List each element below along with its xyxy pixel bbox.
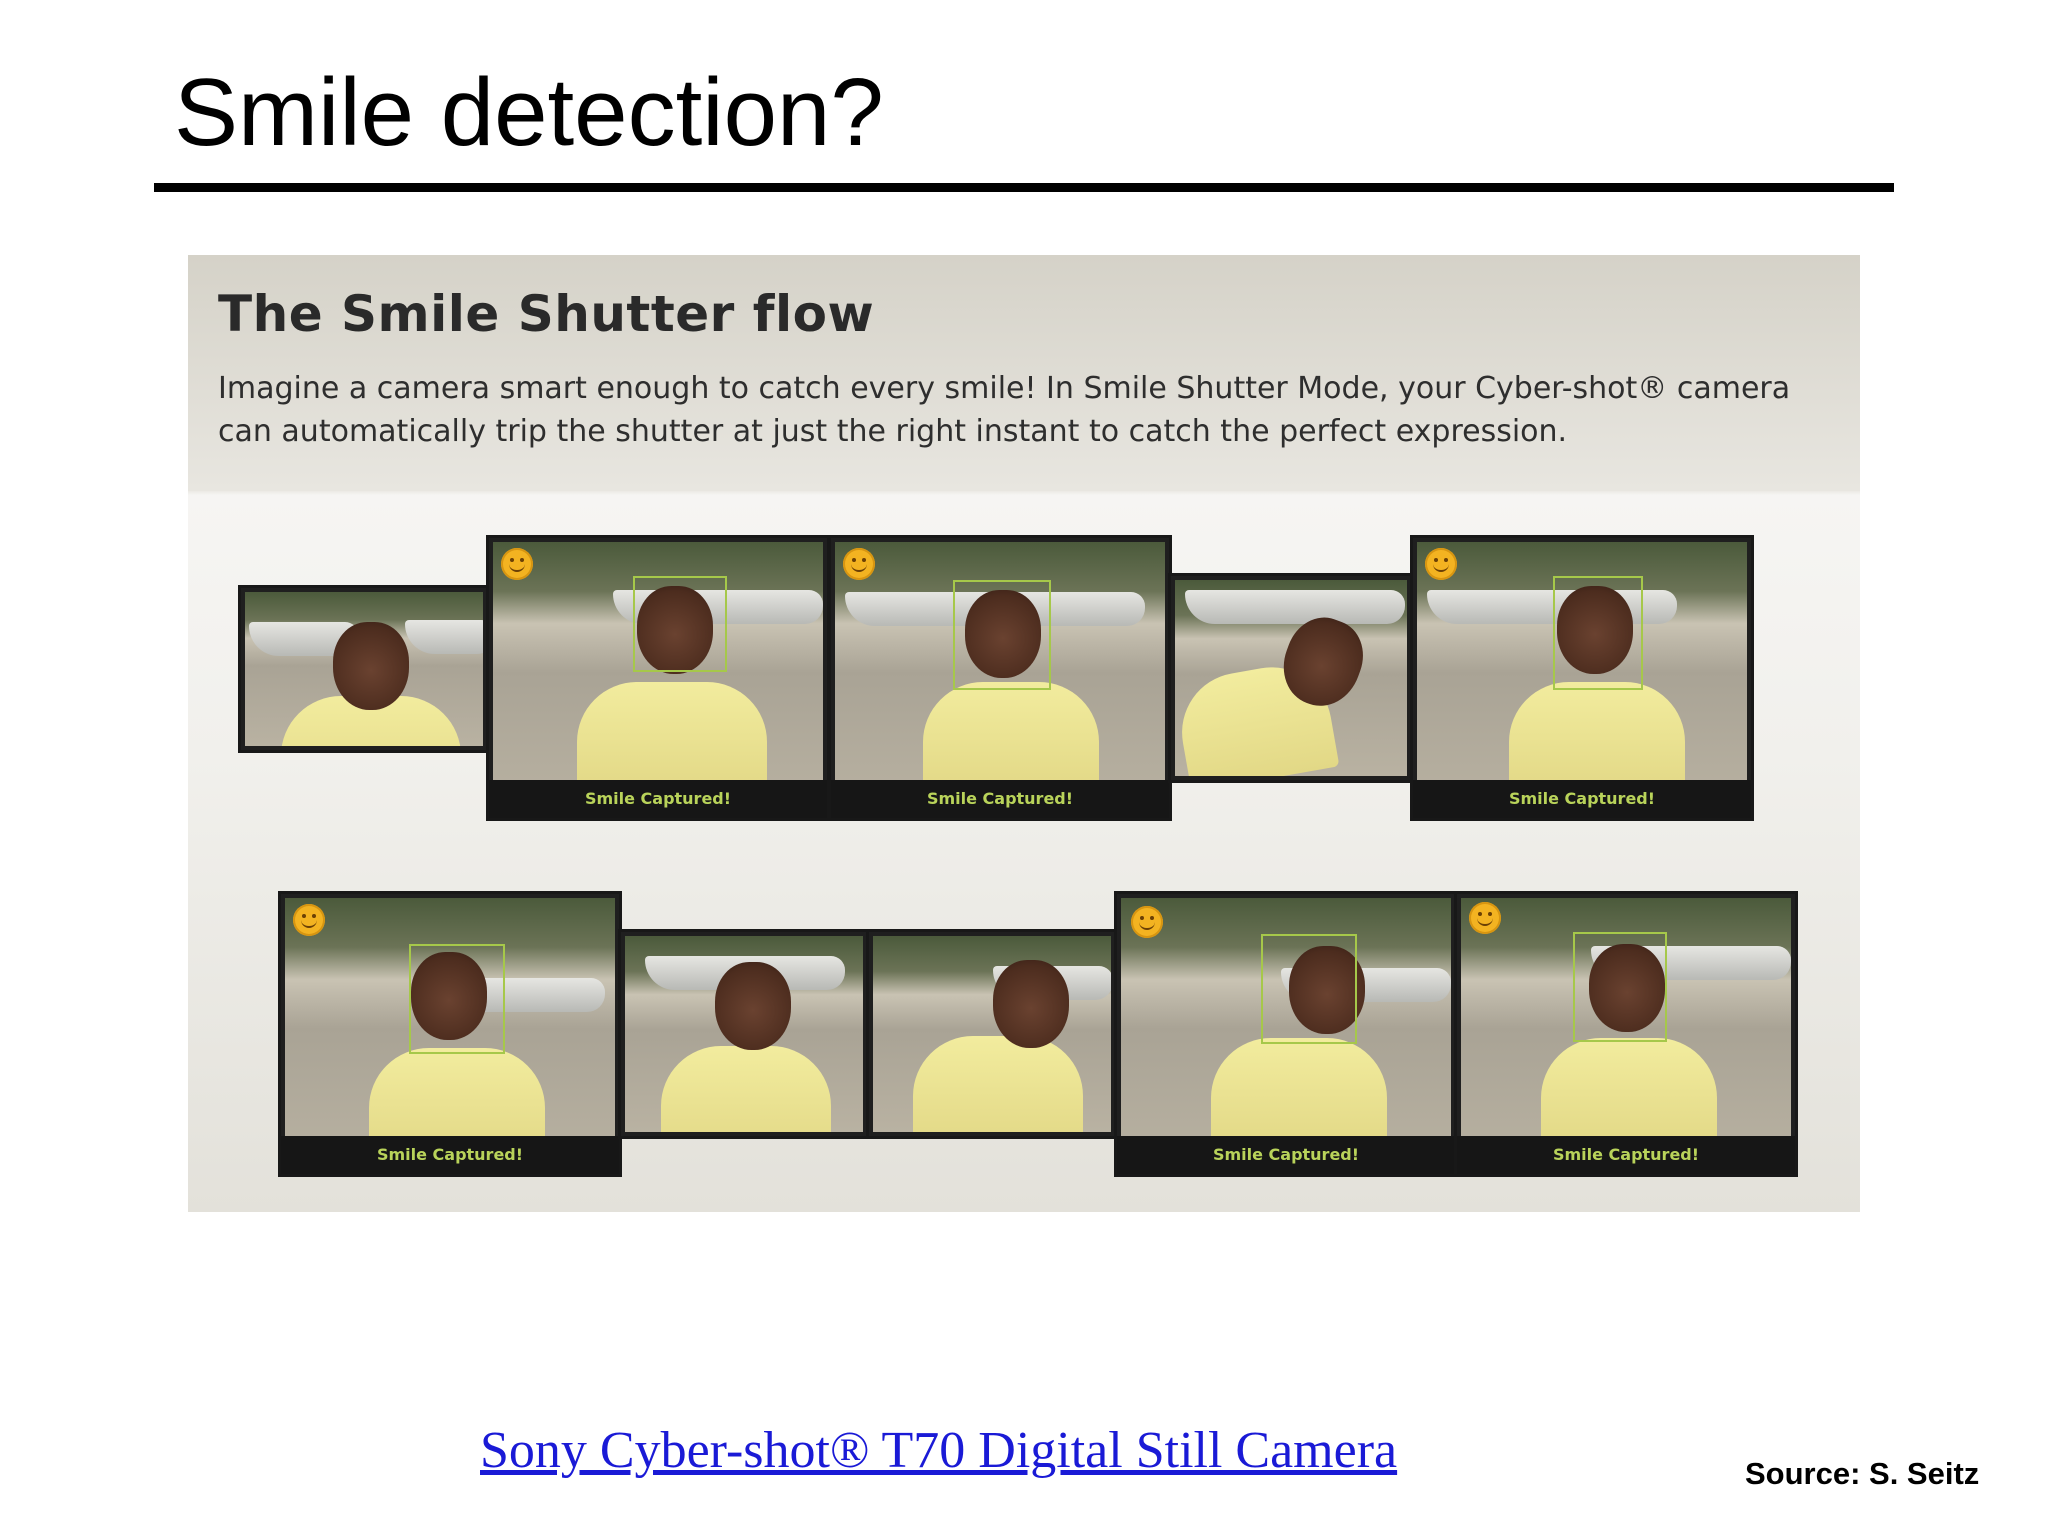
photo-image bbox=[285, 898, 615, 1170]
smiley-face-icon bbox=[1469, 902, 1501, 934]
smile-captured-caption: Smile Captured! bbox=[489, 780, 827, 818]
face-focus-box bbox=[1553, 576, 1643, 690]
face-focus-box bbox=[953, 580, 1051, 690]
smile-shutter-panel: The Smile Shutter flow Imagine a camera … bbox=[188, 255, 1860, 1212]
photo-frame-7 bbox=[618, 929, 870, 1139]
photo-image bbox=[493, 542, 823, 814]
face-focus-box bbox=[1573, 932, 1667, 1042]
panel-title: The Smile Shutter flow bbox=[218, 285, 875, 343]
panel-description: Imagine a camera smart enough to catch e… bbox=[218, 371, 1791, 449]
photo-image bbox=[1121, 898, 1451, 1170]
smile-captured-caption: Smile Captured! bbox=[1413, 780, 1751, 818]
smiley-face-icon bbox=[1131, 906, 1163, 938]
photo-image bbox=[625, 936, 863, 1132]
photo-frame-3: Smile Captured! bbox=[828, 535, 1172, 821]
photo-frame-1 bbox=[238, 585, 490, 753]
smile-captured-caption: Smile Captured! bbox=[831, 780, 1169, 818]
photo-frame-2: Smile Captured! bbox=[486, 535, 830, 821]
face-focus-box bbox=[409, 944, 505, 1054]
photo-image bbox=[873, 936, 1111, 1132]
photo-frame-9: Smile Captured! bbox=[1114, 891, 1458, 1177]
photo-image bbox=[835, 542, 1165, 814]
photo-frame-10: Smile Captured! bbox=[1454, 891, 1798, 1177]
photo-frame-8 bbox=[866, 929, 1118, 1139]
photo-image bbox=[1417, 542, 1747, 814]
photo-image bbox=[1461, 898, 1791, 1170]
camera-product-link[interactable]: Sony Cyber-shot® T70 Digital Still Camer… bbox=[480, 1421, 1397, 1480]
smiley-face-icon bbox=[501, 548, 533, 580]
smile-captured-caption: Smile Captured! bbox=[1117, 1136, 1455, 1174]
photo-frame-4 bbox=[1168, 573, 1414, 783]
photo-frame-6: Smile Captured! bbox=[278, 891, 622, 1177]
smile-captured-caption: Smile Captured! bbox=[281, 1136, 619, 1174]
photo-image bbox=[1175, 580, 1407, 776]
smiley-face-icon bbox=[293, 904, 325, 936]
smiley-face-icon bbox=[843, 548, 875, 580]
source-credit: Source: S. Seitz bbox=[1745, 1456, 1980, 1491]
photo-frame-5: Smile Captured! bbox=[1410, 535, 1754, 821]
title-divider bbox=[154, 183, 1894, 192]
smiley-face-icon bbox=[1425, 548, 1457, 580]
slide-title: Smile detection? bbox=[174, 59, 884, 166]
smile-captured-caption: Smile Captured! bbox=[1457, 1136, 1795, 1174]
face-focus-box bbox=[1261, 934, 1357, 1044]
face-focus-box bbox=[633, 576, 727, 672]
photo-image bbox=[245, 592, 483, 746]
